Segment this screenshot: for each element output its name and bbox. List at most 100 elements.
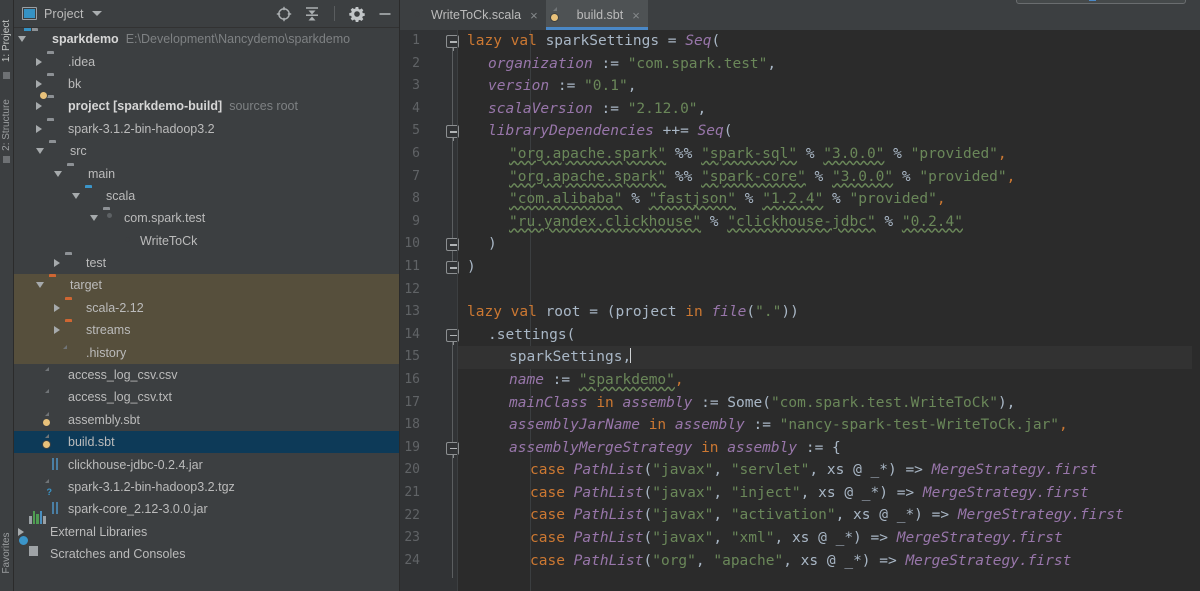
code-line[interactable]: mainClass in assembly := Some("com.spark… (458, 392, 1200, 415)
sbt-file-icon (47, 434, 63, 450)
tree-row[interactable]: test (14, 252, 399, 274)
tree-row[interactable]: spark-3.1.2-bin-hadoop3.2.tgz (14, 476, 399, 498)
tree-row[interactable]: access_log_csv.txt (14, 386, 399, 408)
tree-toggle-down-icon[interactable] (90, 215, 98, 222)
package-folder-icon (103, 210, 119, 226)
line-number: 16 (404, 372, 420, 387)
locate-icon[interactable] (276, 6, 292, 22)
tree-toggle-right-icon[interactable] (36, 79, 42, 88)
code-line[interactable]: assemblyJarName in assembly := "nancy-sp… (458, 414, 1200, 437)
code-line[interactable]: sparkSettings, (458, 346, 1200, 369)
tree-row-label: clickhouse-jdbc-0.2.4.jar (68, 457, 203, 472)
tree-toggle-right-icon[interactable] (36, 57, 42, 66)
code-token-str: "com.spark.test.WriteToCk" (770, 394, 998, 411)
code-line[interactable]: "org.apache.spark" %% "spark-sql" % "3.0… (458, 143, 1200, 166)
chevron-down-icon[interactable] (91, 11, 102, 16)
sources-folder-icon (47, 98, 63, 114)
tree-row[interactable]: spark-core_2.12-3.0.0.jar (14, 498, 399, 520)
editor-gutter[interactable]: 1 2 3 4 5 6 7 8 9 10 11 12 13 14 15 16 17 18 19 20 21 22 23 24 (400, 30, 459, 591)
tree-row[interactable]: project [sparkdemo-build] sources root (14, 95, 399, 117)
code-line[interactable]: libraryDependencies ++= Seq( (458, 120, 1200, 143)
line-number: 3 (412, 78, 420, 94)
tree-toggle-down-icon[interactable] (54, 170, 62, 177)
code-line[interactable]: "ru.yandex.clickhouse" % "clickhouse-jdb… (458, 211, 1200, 234)
editor-tab[interactable]: build.sbt × (545, 0, 648, 30)
code-line[interactable]: "org.apache.spark" %% "spark-core" % "3.… (458, 166, 1200, 189)
line-number: 5 (412, 123, 420, 139)
code-line[interactable]: "com.alibaba" % "fastjson" % "1.2.4" % "… (458, 188, 1200, 211)
tree-row[interactable]: main (14, 162, 399, 184)
code-token-op: , (800, 484, 819, 501)
code-token-italv: Seq (697, 123, 724, 140)
code-line[interactable]: case PathList("javax", "xml", xs @ _*) =… (458, 527, 1200, 550)
code-token-ident: xs (818, 484, 845, 501)
file-icon (65, 345, 81, 361)
tree-row[interactable]: scala-2.12 (14, 296, 399, 320)
tree-row[interactable]: Scratches and Consoles (14, 543, 399, 565)
tool-tab-structure[interactable]: 2: Structure (0, 88, 14, 162)
code-line[interactable]: name := "sparkdemo", (458, 369, 1200, 392)
code-token-ident: project (615, 304, 686, 321)
code-line[interactable] (458, 279, 1200, 302)
tree-toggle-down-icon[interactable] (36, 148, 44, 155)
tree-toggle-down-icon[interactable] (36, 282, 44, 289)
code-token-fn: mainClass (509, 394, 597, 411)
editor-vertical-scrollbar[interactable] (1192, 30, 1200, 591)
editor-body[interactable]: 1 2 3 4 5 6 7 8 9 10 11 12 13 14 15 16 17 18 19 20 21 22 23 24 … (400, 30, 1200, 591)
tree-toggle-right-icon[interactable] (54, 303, 60, 312)
tree-row[interactable]: .idea (14, 50, 399, 72)
collapse-all-icon[interactable] (304, 6, 320, 22)
tree-row[interactable]: .history (14, 341, 399, 364)
tree-row[interactable]: External Libraries (14, 510, 399, 543)
code-line[interactable]: case PathList("javax", "servlet", xs @ _… (458, 459, 1200, 482)
code-line[interactable]: ) (458, 256, 1200, 279)
close-icon[interactable]: × (632, 9, 640, 22)
tree-toggle-right-icon[interactable] (54, 326, 60, 335)
tree-row[interactable]: clickhouse-jdbc-0.2.4.jar (14, 453, 399, 475)
code-line[interactable]: organization := "com.spark.test", (458, 53, 1200, 76)
tree-row[interactable]: spark-3.1.2-bin-hadoop3.2 (14, 118, 399, 140)
tree-row[interactable]: assembly.sbt (14, 409, 399, 431)
tree-row[interactable]: target (14, 274, 399, 297)
code-line[interactable]: ) (458, 233, 1200, 256)
tree-row[interactable]: com.spark.test (14, 207, 399, 229)
top-right-widget[interactable] (1016, 0, 1186, 4)
tool-tab-project[interactable]: 1: Project (0, 8, 14, 74)
code-token-u-str: "fastjson" (648, 191, 737, 208)
code-line[interactable]: lazy val root = (project in file(".")) (458, 301, 1200, 324)
tree-row[interactable]: WriteToCk (14, 230, 399, 252)
code-line[interactable]: case PathList("org", "apache", xs @ _*) … (458, 550, 1200, 573)
tree-toggle-right-icon[interactable] (36, 124, 42, 133)
editor-tab[interactable]: WriteToCk.scala × (400, 0, 546, 30)
code-line[interactable]: assemblyMergeStrategy in assembly := { (458, 437, 1200, 460)
tree-toggle-right-icon[interactable] (36, 102, 42, 111)
code-line[interactable]: case PathList("javax", "activation", xs … (458, 504, 1200, 527)
code-line[interactable]: case PathList("javax", "inject", xs @ _*… (458, 482, 1200, 505)
tree-row[interactable]: build.sbt (14, 431, 399, 454)
editor-tab-bar[interactable]: WriteToCk.scala × build.sbt × (400, 0, 1200, 30)
tree-row[interactable]: streams (14, 319, 399, 342)
code-line[interactable]: lazy val sparkSettings = Seq( (458, 30, 1200, 53)
project-tree[interactable]: sparkdemo E:\Development\Nancydemo\sparkd… (14, 28, 399, 591)
tool-tab-favorites[interactable]: Favorites (0, 518, 14, 588)
tree-toggle-down-icon[interactable] (18, 36, 26, 43)
tree-row[interactable]: access_log_csv.csv (14, 364, 399, 386)
code-content[interactable]: lazy val sparkSettings = Seq(organizatio… (458, 30, 1200, 591)
close-icon[interactable]: × (530, 9, 538, 22)
code-line[interactable]: .settings( (458, 324, 1200, 347)
code-token-op: := (601, 100, 628, 117)
tree-row[interactable]: scala (14, 185, 399, 207)
tree-toggle-down-icon[interactable] (72, 192, 80, 199)
tree-toggle-right-icon[interactable] (54, 259, 60, 268)
code-token-op: % (884, 145, 911, 162)
settings-gear-icon[interactable] (349, 6, 365, 22)
code-token-fn: PathList (573, 530, 644, 547)
code-line[interactable]: version := "0.1", (458, 75, 1200, 98)
scala-object-icon (409, 7, 425, 23)
line-number: 10 (404, 236, 420, 252)
tree-row[interactable]: src (14, 140, 399, 162)
code-line[interactable]: scalaVersion := "2.12.0", (458, 98, 1200, 121)
tree-row[interactable]: bk (14, 73, 399, 95)
hide-window-icon[interactable] (377, 6, 393, 22)
tree-row[interactable]: sparkdemo E:\Development\Nancydemo\sparkd… (14, 28, 399, 50)
